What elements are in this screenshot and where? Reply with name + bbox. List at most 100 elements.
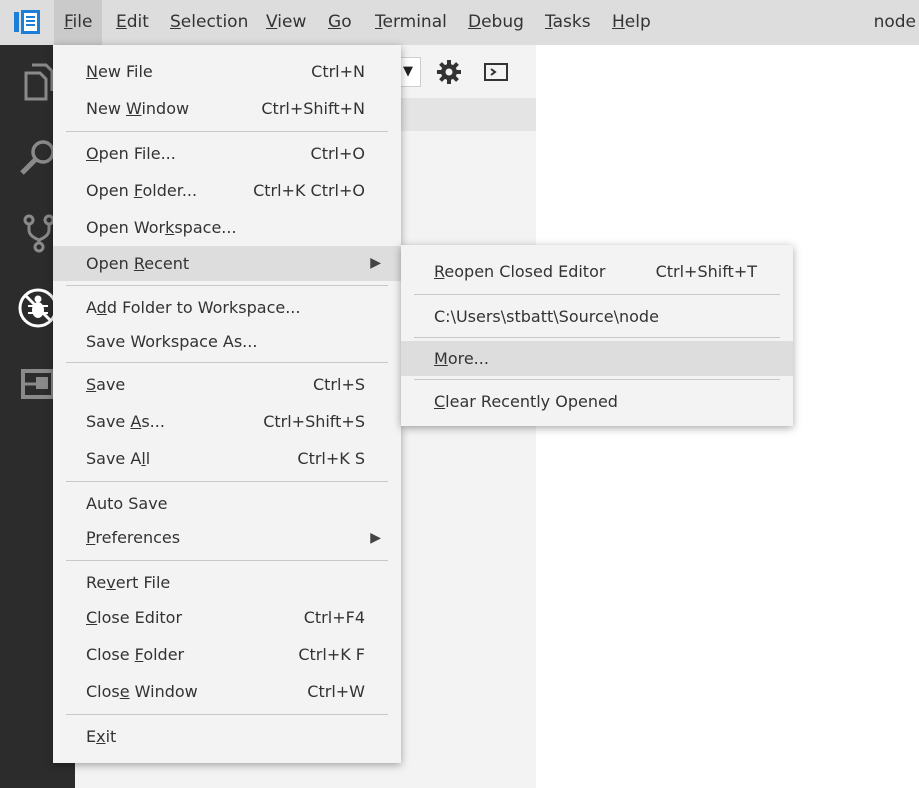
menu-item-label: Revert File bbox=[86, 573, 171, 592]
window-title: node bbox=[873, 12, 916, 32]
menu-debug-mnemonic: D bbox=[468, 12, 482, 32]
menu-file[interactable]: File bbox=[54, 0, 103, 45]
menu-item-more[interactable]: More... bbox=[401, 341, 793, 376]
file-menu: New File Ctrl+N New Window Ctrl+Shift+N … bbox=[53, 45, 401, 763]
menu-item-open-file[interactable]: Open File... Ctrl+O bbox=[53, 137, 401, 171]
menu-item-shortcut: Ctrl+K Ctrl+O bbox=[253, 181, 365, 200]
menu-selection-label: election bbox=[180, 12, 249, 32]
menu-item-new-window[interactable]: New Window Ctrl+Shift+N bbox=[53, 92, 401, 126]
menu-item-label: Clear Recently Opened bbox=[434, 392, 618, 411]
menu-selection[interactable]: Selection bbox=[160, 0, 258, 45]
menu-item-label: Preferences bbox=[86, 528, 181, 547]
menu-item-label: Save All bbox=[86, 449, 151, 468]
menu-item-label: Open Recent bbox=[86, 254, 190, 273]
menu-help-label: elp bbox=[624, 12, 651, 32]
menu-item-exit[interactable]: Exit bbox=[53, 720, 401, 754]
menu-terminal-mnemonic: T bbox=[375, 12, 383, 32]
menu-item-label: Exit bbox=[86, 727, 117, 746]
menu-item-auto-save[interactable]: Auto Save bbox=[53, 487, 401, 521]
open-recent-submenu: Reopen Closed Editor Ctrl+Shift+T C:\Use… bbox=[401, 245, 793, 426]
menu-help-mnemonic: H bbox=[612, 12, 625, 32]
menu-tasks-label: asks bbox=[552, 12, 591, 32]
menu-item-label: New Window bbox=[86, 99, 190, 118]
menu-file-mnemonic: F bbox=[64, 12, 73, 32]
submenu-arrow-icon: ▶ bbox=[370, 255, 381, 271]
menu-separator bbox=[414, 379, 780, 380]
menu-terminal[interactable]: Terminal bbox=[365, 0, 457, 45]
terminal-icon[interactable] bbox=[483, 59, 509, 85]
menu-item-revert-file[interactable]: Revert File bbox=[53, 566, 401, 600]
menu-item-shortcut: Ctrl+N bbox=[311, 62, 365, 81]
menu-separator bbox=[66, 131, 388, 132]
menu-edit[interactable]: Edit bbox=[106, 0, 159, 45]
menu-go-label: o bbox=[341, 12, 352, 32]
menu-item-shortcut: Ctrl+O bbox=[310, 144, 365, 163]
menu-view-mnemonic: V bbox=[266, 12, 278, 32]
menu-item-save-all[interactable]: Save All Ctrl+K S bbox=[53, 442, 401, 476]
menu-item-shortcut: Ctrl+W bbox=[307, 682, 365, 701]
menu-separator bbox=[66, 481, 388, 482]
menu-item-label: Auto Save bbox=[86, 494, 168, 513]
menu-item-open-folder[interactable]: Open Folder... Ctrl+K Ctrl+O bbox=[53, 174, 401, 208]
menu-edit-label: dit bbox=[126, 12, 149, 32]
menu-item-save-as[interactable]: Save As... Ctrl+Shift+S bbox=[53, 405, 401, 439]
menu-separator bbox=[414, 294, 780, 295]
submenu-arrow-icon: ▶ bbox=[370, 530, 381, 546]
menu-item-shortcut: Ctrl+Shift+N bbox=[261, 99, 365, 118]
menu-go-mnemonic: G bbox=[328, 12, 342, 32]
menu-item-save[interactable]: Save Ctrl+S bbox=[53, 368, 401, 402]
menu-item-label: Save Workspace As... bbox=[86, 332, 258, 351]
menu-item-shortcut: Ctrl+S bbox=[312, 375, 365, 394]
menu-item-new-file[interactable]: New File Ctrl+N bbox=[53, 55, 401, 89]
menu-item-label: Open Workspace... bbox=[86, 218, 237, 237]
menu-separator bbox=[66, 285, 388, 286]
menu-help[interactable]: Help bbox=[602, 0, 661, 45]
menu-item-add-folder-to-workspace[interactable]: Add Folder to Workspace... bbox=[53, 291, 401, 325]
menu-item-preferences[interactable]: Preferences ▶ bbox=[53, 521, 401, 555]
menu-item-shortcut: Ctrl+Shift+S bbox=[263, 412, 365, 431]
menu-tasks-mnemonic: T bbox=[545, 12, 553, 32]
menu-item-save-workspace-as[interactable]: Save Workspace As... bbox=[53, 325, 401, 359]
menu-item-recent-folder[interactable]: C:\Users\stbatt\Source\node bbox=[401, 300, 793, 334]
menu-tasks[interactable]: Tasks bbox=[535, 0, 601, 45]
menu-separator bbox=[414, 337, 780, 338]
menu-item-label: Save As... bbox=[86, 412, 165, 431]
menu-item-label: More... bbox=[434, 349, 489, 368]
menu-item-label: Close Folder bbox=[86, 645, 185, 664]
menu-selection-mnemonic: S bbox=[170, 12, 181, 32]
menu-debug-label: ebug bbox=[481, 12, 524, 32]
menu-item-label: Open File... bbox=[86, 144, 176, 163]
menu-item-label: Reopen Closed Editor bbox=[434, 262, 606, 281]
menu-item-label: Open Folder... bbox=[86, 181, 198, 200]
menu-item-shortcut: Ctrl+K S bbox=[297, 449, 365, 468]
menu-item-close-folder[interactable]: Close Folder Ctrl+K F bbox=[53, 638, 401, 672]
menu-view-label: iew bbox=[277, 12, 307, 32]
menu-item-label: New File bbox=[86, 62, 153, 81]
menu-item-label: Add Folder to Workspace... bbox=[86, 298, 301, 317]
menu-item-shortcut: Ctrl+K F bbox=[298, 645, 365, 664]
menu-item-clear-recently-opened[interactable]: Clear Recently Opened bbox=[401, 385, 793, 419]
menu-item-shortcut: Ctrl+Shift+T bbox=[655, 262, 757, 281]
menu-item-close-window[interactable]: Close Window Ctrl+W bbox=[53, 675, 401, 709]
menu-item-label: Close Window bbox=[86, 682, 198, 701]
menu-debug[interactable]: Debug bbox=[458, 0, 534, 45]
title-bar: File Edit Selection View Go Terminal Deb… bbox=[0, 0, 919, 45]
menu-edit-mnemonic: E bbox=[116, 12, 127, 32]
menu-go[interactable]: Go bbox=[318, 0, 362, 45]
menu-item-reopen-closed-editor[interactable]: Reopen Closed Editor Ctrl+Shift+T bbox=[401, 255, 793, 289]
menu-item-shortcut: Ctrl+F4 bbox=[303, 608, 365, 627]
menu-separator bbox=[66, 714, 388, 715]
menu-separator bbox=[66, 362, 388, 363]
menu-item-label: C:\Users\stbatt\Source\node bbox=[434, 307, 659, 326]
gear-icon[interactable] bbox=[436, 59, 462, 85]
menu-item-label: Save bbox=[86, 375, 126, 394]
vscode-logo-icon[interactable] bbox=[14, 10, 40, 34]
menu-item-open-workspace[interactable]: Open Workspace... bbox=[53, 211, 401, 245]
menu-separator bbox=[66, 560, 388, 561]
menu-item-close-editor[interactable]: Close Editor Ctrl+F4 bbox=[53, 601, 401, 635]
menu-view[interactable]: View bbox=[256, 0, 316, 45]
menu-item-label: Close Editor bbox=[86, 608, 183, 627]
menu-file-label: ile bbox=[72, 12, 93, 32]
menu-terminal-label: erminal bbox=[382, 12, 447, 32]
menu-item-open-recent[interactable]: Open Recent ▶ bbox=[53, 246, 401, 281]
